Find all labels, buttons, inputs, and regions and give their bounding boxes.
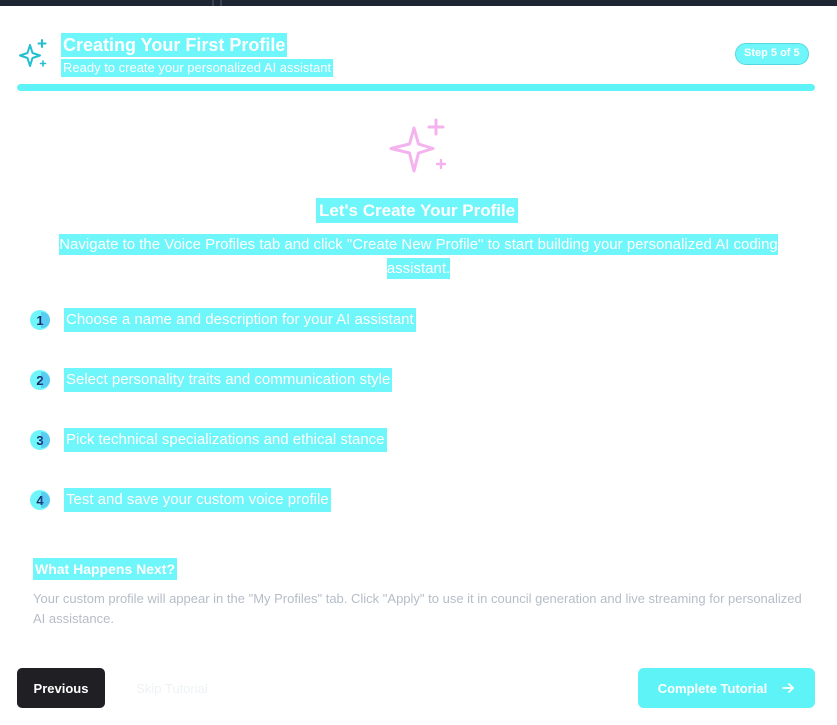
window-top-bar bbox=[0, 0, 837, 6]
list-item: 3 Pick technical specializations and eth… bbox=[30, 427, 387, 453]
list-item: 4 Test and save your custom voice profil… bbox=[30, 487, 331, 513]
step-text: Pick technical specializations and ethic… bbox=[64, 428, 387, 452]
next-steps-title: What Happens Next? bbox=[33, 558, 178, 580]
step-text: Test and save your custom voice profile bbox=[64, 488, 331, 512]
section-description: Navigate to the Voice Profiles tab and c… bbox=[30, 233, 807, 281]
complete-tutorial-label: Complete Tutorial bbox=[657, 680, 768, 696]
progress-bar-fill bbox=[17, 84, 815, 91]
step-number-badge: 4 bbox=[30, 490, 50, 510]
top-bar-divider bbox=[212, 0, 214, 6]
sparkles-icon bbox=[389, 118, 447, 173]
step-text: Select personality traits and communicat… bbox=[64, 368, 393, 392]
section-heading: Let's Create Your Profile bbox=[316, 198, 519, 223]
previous-button[interactable]: Previous bbox=[17, 668, 105, 708]
complete-tutorial-button[interactable]: Complete Tutorial bbox=[638, 668, 815, 708]
step-number-badge: 3 bbox=[30, 430, 50, 450]
next-steps-body: Your custom profile will appear in the "… bbox=[33, 591, 802, 626]
step-number-badge: 2 bbox=[30, 370, 50, 390]
top-bar-divider bbox=[220, 0, 222, 6]
step-badge: Step 5 of 5 bbox=[735, 43, 809, 65]
progress-bar bbox=[17, 84, 815, 91]
skip-tutorial-button[interactable]: Skip Tutorial bbox=[122, 668, 222, 708]
page-subtitle: Ready to create your personalized AI ass… bbox=[61, 59, 334, 77]
page-title: Creating Your First Profile bbox=[61, 33, 288, 57]
sparkles-icon bbox=[19, 39, 47, 67]
description-line: assistant. bbox=[386, 258, 451, 279]
list-item: 2 Select personality traits and communic… bbox=[30, 367, 393, 393]
step-number-badge: 1 bbox=[30, 310, 50, 330]
description-line: Navigate to the Voice Profiles tab and c… bbox=[59, 234, 778, 255]
arrow-right-icon bbox=[782, 683, 795, 693]
step-text: Choose a name and description for your A… bbox=[64, 308, 416, 332]
list-item: 1 Choose a name and description for your… bbox=[30, 307, 416, 333]
